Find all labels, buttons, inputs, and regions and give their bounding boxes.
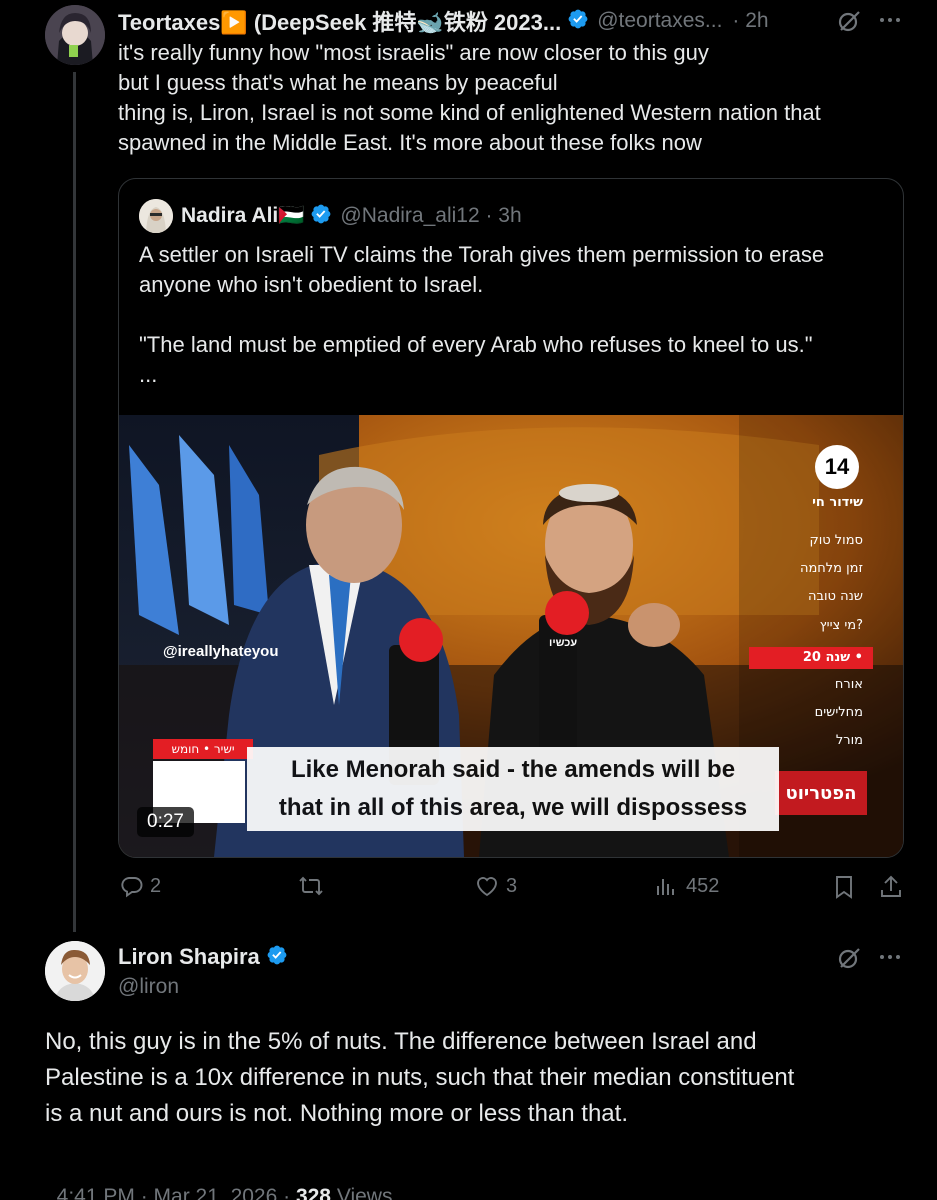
tweet2-header: Liron Shapira — [118, 942, 288, 972]
tweet2-author-name[interactable]: Liron Shapira — [118, 944, 260, 970]
tweet2-line: No, this guy is in the 5% of nuts. The d… — [45, 1028, 757, 1055]
video-player[interactable]: 14 שידור חי סמול טוק זמן מלחמה שנה טובה … — [119, 415, 903, 857]
quote-line: ... — [139, 362, 158, 387]
repost-icon — [298, 874, 324, 898]
quote-author-name[interactable]: Nadira Ali🇵🇸 — [181, 204, 304, 228]
menu-item: 20 שנה • — [802, 650, 863, 665]
quote-text: A settler on Israeli TV claims the Torah… — [139, 240, 889, 390]
views-button[interactable]: 452 — [654, 874, 719, 898]
show-logo: הפטריוט — [775, 771, 867, 815]
tweet1-time[interactable]: · 2h — [732, 9, 768, 33]
tweet1-line: thing is, Liron, Israel is not some kind… — [118, 100, 821, 125]
menu-item: שנה טובה — [807, 589, 863, 604]
tweet2-timestamp[interactable]: 4:41 PM · Mar 21, 2026 · — [57, 1185, 296, 1200]
verified-icon — [310, 203, 332, 230]
tweet2-line: Palestine is a 10x difference in nuts, s… — [45, 1064, 795, 1091]
avatar-teortaxes[interactable] — [45, 5, 105, 65]
tweet1-line: spawned in the Middle East. It's more ab… — [118, 130, 702, 155]
tweet1-author-name[interactable]: Teortaxes▶️ (DeepSeek 推特🐋铁粉 2023... — [118, 5, 561, 37]
tweet2-text: No, this guy is in the 5% of nuts. The d… — [45, 1024, 915, 1132]
tweet2-views-label: Views — [331, 1185, 393, 1200]
reply-count: 2 — [150, 874, 162, 897]
more-icon[interactable] — [878, 8, 902, 37]
avatar-liron[interactable] — [45, 941, 105, 1001]
reply-icon — [120, 874, 144, 898]
quote-handle[interactable]: @Nadira_ali12 · 3h — [340, 204, 521, 228]
repost-button[interactable] — [298, 874, 324, 898]
grok-icon[interactable] — [836, 8, 862, 39]
tweet1-handle[interactable]: @teortaxes... — [597, 9, 722, 33]
quote-line — [139, 300, 889, 330]
quote-line: "The land must be emptied of every Arab … — [139, 332, 813, 357]
menu-item: זמן מלחמה — [799, 561, 863, 576]
tweet2-views-count: 328 — [295, 1185, 331, 1200]
tweet1-header: Teortaxes▶️ (DeepSeek 推特🐋铁粉 2023... @teo… — [118, 6, 918, 36]
grok-icon[interactable] — [836, 945, 862, 976]
video-watermark: @ireallyhateyou — [163, 643, 279, 660]
menu-item: סמול טוק — [809, 533, 863, 548]
tweet2-line: is a nut and ours is not. Nothing more o… — [45, 1100, 628, 1127]
tweet1-line: but I guess that's what he means by peac… — [118, 70, 558, 95]
more-icon[interactable] — [878, 945, 902, 974]
mic-label: עכשיו — [549, 637, 578, 649]
quoted-tweet[interactable]: Nadira Ali🇵🇸 @Nadira_ali12 · 3h A settle… — [118, 178, 904, 858]
views-count: 452 — [686, 874, 720, 897]
quote-header: Nadira Ali🇵🇸 @Nadira_ali12 · 3h — [181, 201, 522, 231]
show-logo-text: הפטריוט — [785, 782, 857, 804]
menu-item: מי צייץ? — [819, 618, 863, 633]
verified-icon — [567, 8, 589, 35]
news-ticker-text: ישיר • חומש — [171, 742, 235, 756]
tweet2-handle[interactable]: @liron — [118, 975, 179, 999]
avatar-nadira[interactable] — [139, 199, 173, 233]
quote-line: A settler on Israeli TV claims the Torah… — [139, 242, 825, 267]
channel-number: 14 — [824, 454, 850, 479]
video-subtitle: Like Menorah said - the amends will be t… — [247, 747, 779, 831]
tweet1-line: it's really funny how "most israelis" ar… — [118, 40, 709, 65]
menu-item: מחלישים — [814, 705, 863, 720]
tweet2-meta: 4:41 PM · Mar 21, 2026 · 328 Views — [45, 1161, 393, 1200]
tweet1-text: it's really funny how "most israelis" ar… — [118, 38, 918, 158]
duration-text: 0:27 — [147, 811, 184, 832]
menu-item: אורח — [834, 677, 863, 692]
subtitle-line: that in all of this area, we will dispos… — [278, 794, 748, 821]
like-count: 3 — [506, 874, 518, 897]
views-icon — [654, 874, 678, 898]
subtitle-line: Like Menorah said - the amends will be — [290, 756, 736, 783]
share-icon[interactable] — [878, 874, 904, 900]
like-button[interactable]: 3 — [474, 874, 517, 898]
live-label: שידור חי — [812, 495, 863, 510]
bookmark-icon[interactable] — [832, 874, 856, 900]
reply-button[interactable]: 2 — [120, 874, 161, 898]
thread-line — [73, 72, 76, 932]
channel-logo: 14 — [815, 445, 859, 489]
video-duration: 0:27 — [137, 807, 194, 837]
like-icon — [474, 874, 500, 898]
verified-icon — [266, 944, 288, 971]
quote-line: anyone who isn't obedient to Israel. — [139, 272, 484, 297]
menu-item: מורל — [835, 733, 863, 748]
news-ticker: ישיר • חומש — [153, 739, 253, 759]
